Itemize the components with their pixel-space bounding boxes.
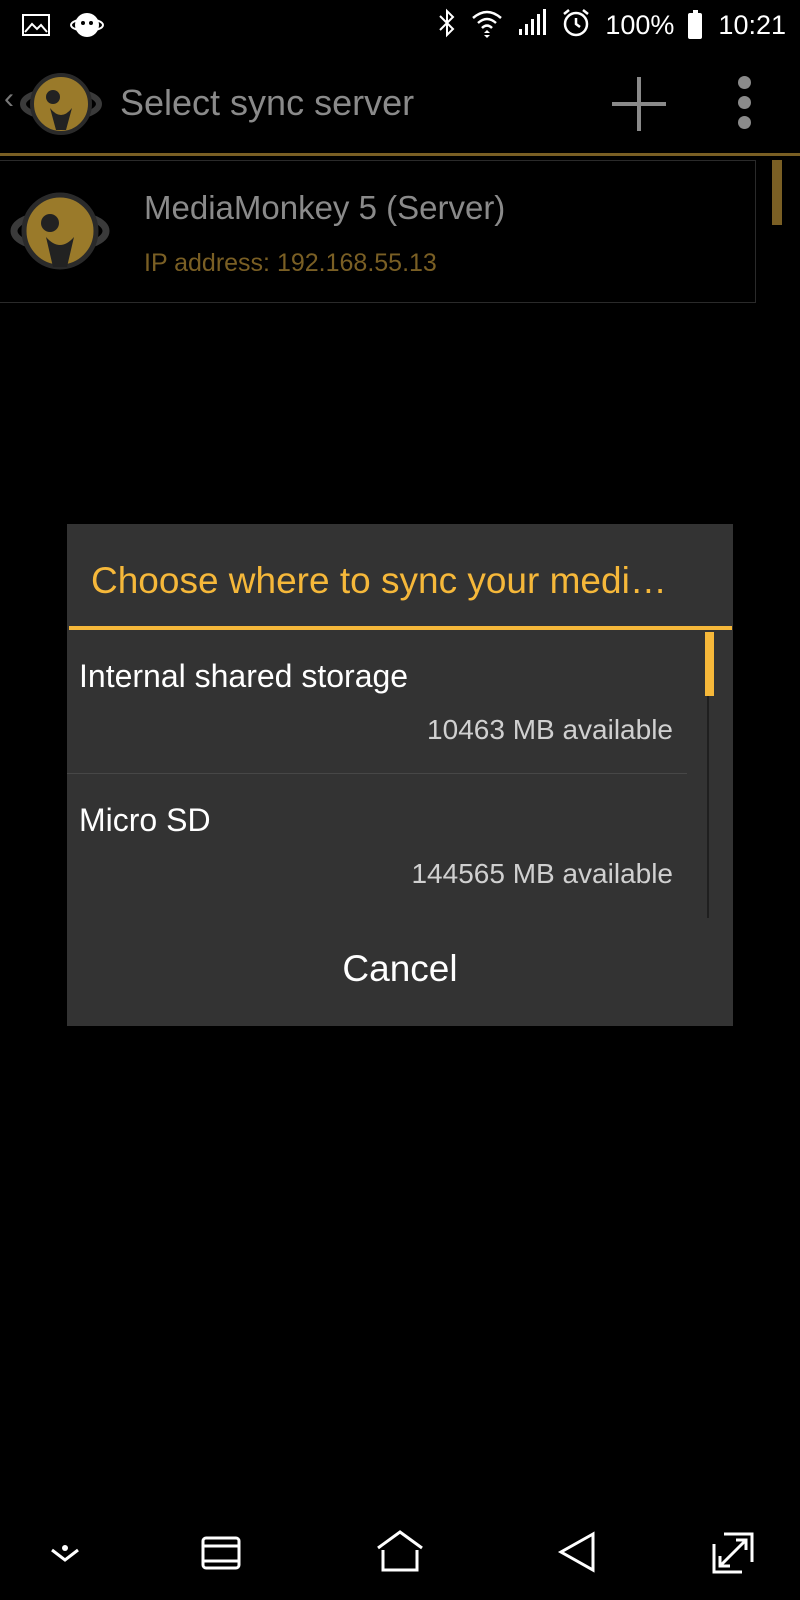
add-server-button[interactable] (610, 74, 670, 134)
more-options-button[interactable] (730, 76, 760, 130)
sync-location-dialog: Choose where to sync your medi… Internal… (67, 524, 733, 1026)
list-scrollbar[interactable] (772, 160, 782, 225)
storage-option-microsd[interactable]: Micro SD 144565 MB available (67, 774, 687, 918)
app-bar: ‹ Select sync server (0, 52, 800, 156)
server-ip-address: IP address: 192.168.55.13 (144, 249, 437, 277)
cancel-button[interactable]: Cancel (67, 924, 733, 1014)
server-name: MediaMonkey 5 (Server) (144, 189, 506, 226)
screenshot-icon[interactable] (708, 1528, 758, 1578)
server-list-item[interactable]: MediaMonkey 5 (Server) IP address: 192.1… (0, 160, 756, 303)
dialog-title: Choose where to sync your medi… (91, 560, 667, 601)
server-logo (10, 183, 110, 279)
storage-option-available: 144565 MB available (411, 858, 673, 889)
navigation-bar (0, 1500, 800, 1600)
status-bar: 100% 10:21 (0, 0, 800, 52)
dialog-scrollbar-thumb[interactable] (705, 632, 714, 696)
mediamonkey-notification-icon (70, 10, 104, 45)
mediamonkey-logo[interactable] (20, 70, 102, 138)
back-chevron-icon[interactable]: ‹ (4, 82, 14, 116)
battery-icon (688, 9, 703, 39)
storage-option-available: 10463 MB available (427, 714, 673, 745)
storage-option-internal[interactable]: Internal shared storage 10463 MB availab… (67, 630, 687, 774)
more-vert-icon (738, 76, 751, 89)
home-icon[interactable] (375, 1528, 425, 1578)
recents-icon[interactable] (196, 1528, 246, 1578)
wifi-icon (471, 8, 503, 43)
gallery-icon (22, 13, 50, 42)
storage-option-name: Internal shared storage (79, 658, 409, 694)
bluetooth-icon (437, 8, 457, 43)
storage-option-name: Micro SD (79, 802, 211, 838)
battery-percent: 100% (605, 10, 675, 40)
page-title: Select sync server (120, 82, 415, 123)
back-icon[interactable] (555, 1528, 605, 1578)
clock-time: 10:21 (718, 10, 786, 40)
cell-signal-icon (517, 9, 547, 42)
alarm-icon (561, 8, 591, 43)
hide-nav-icon[interactable] (40, 1528, 90, 1578)
